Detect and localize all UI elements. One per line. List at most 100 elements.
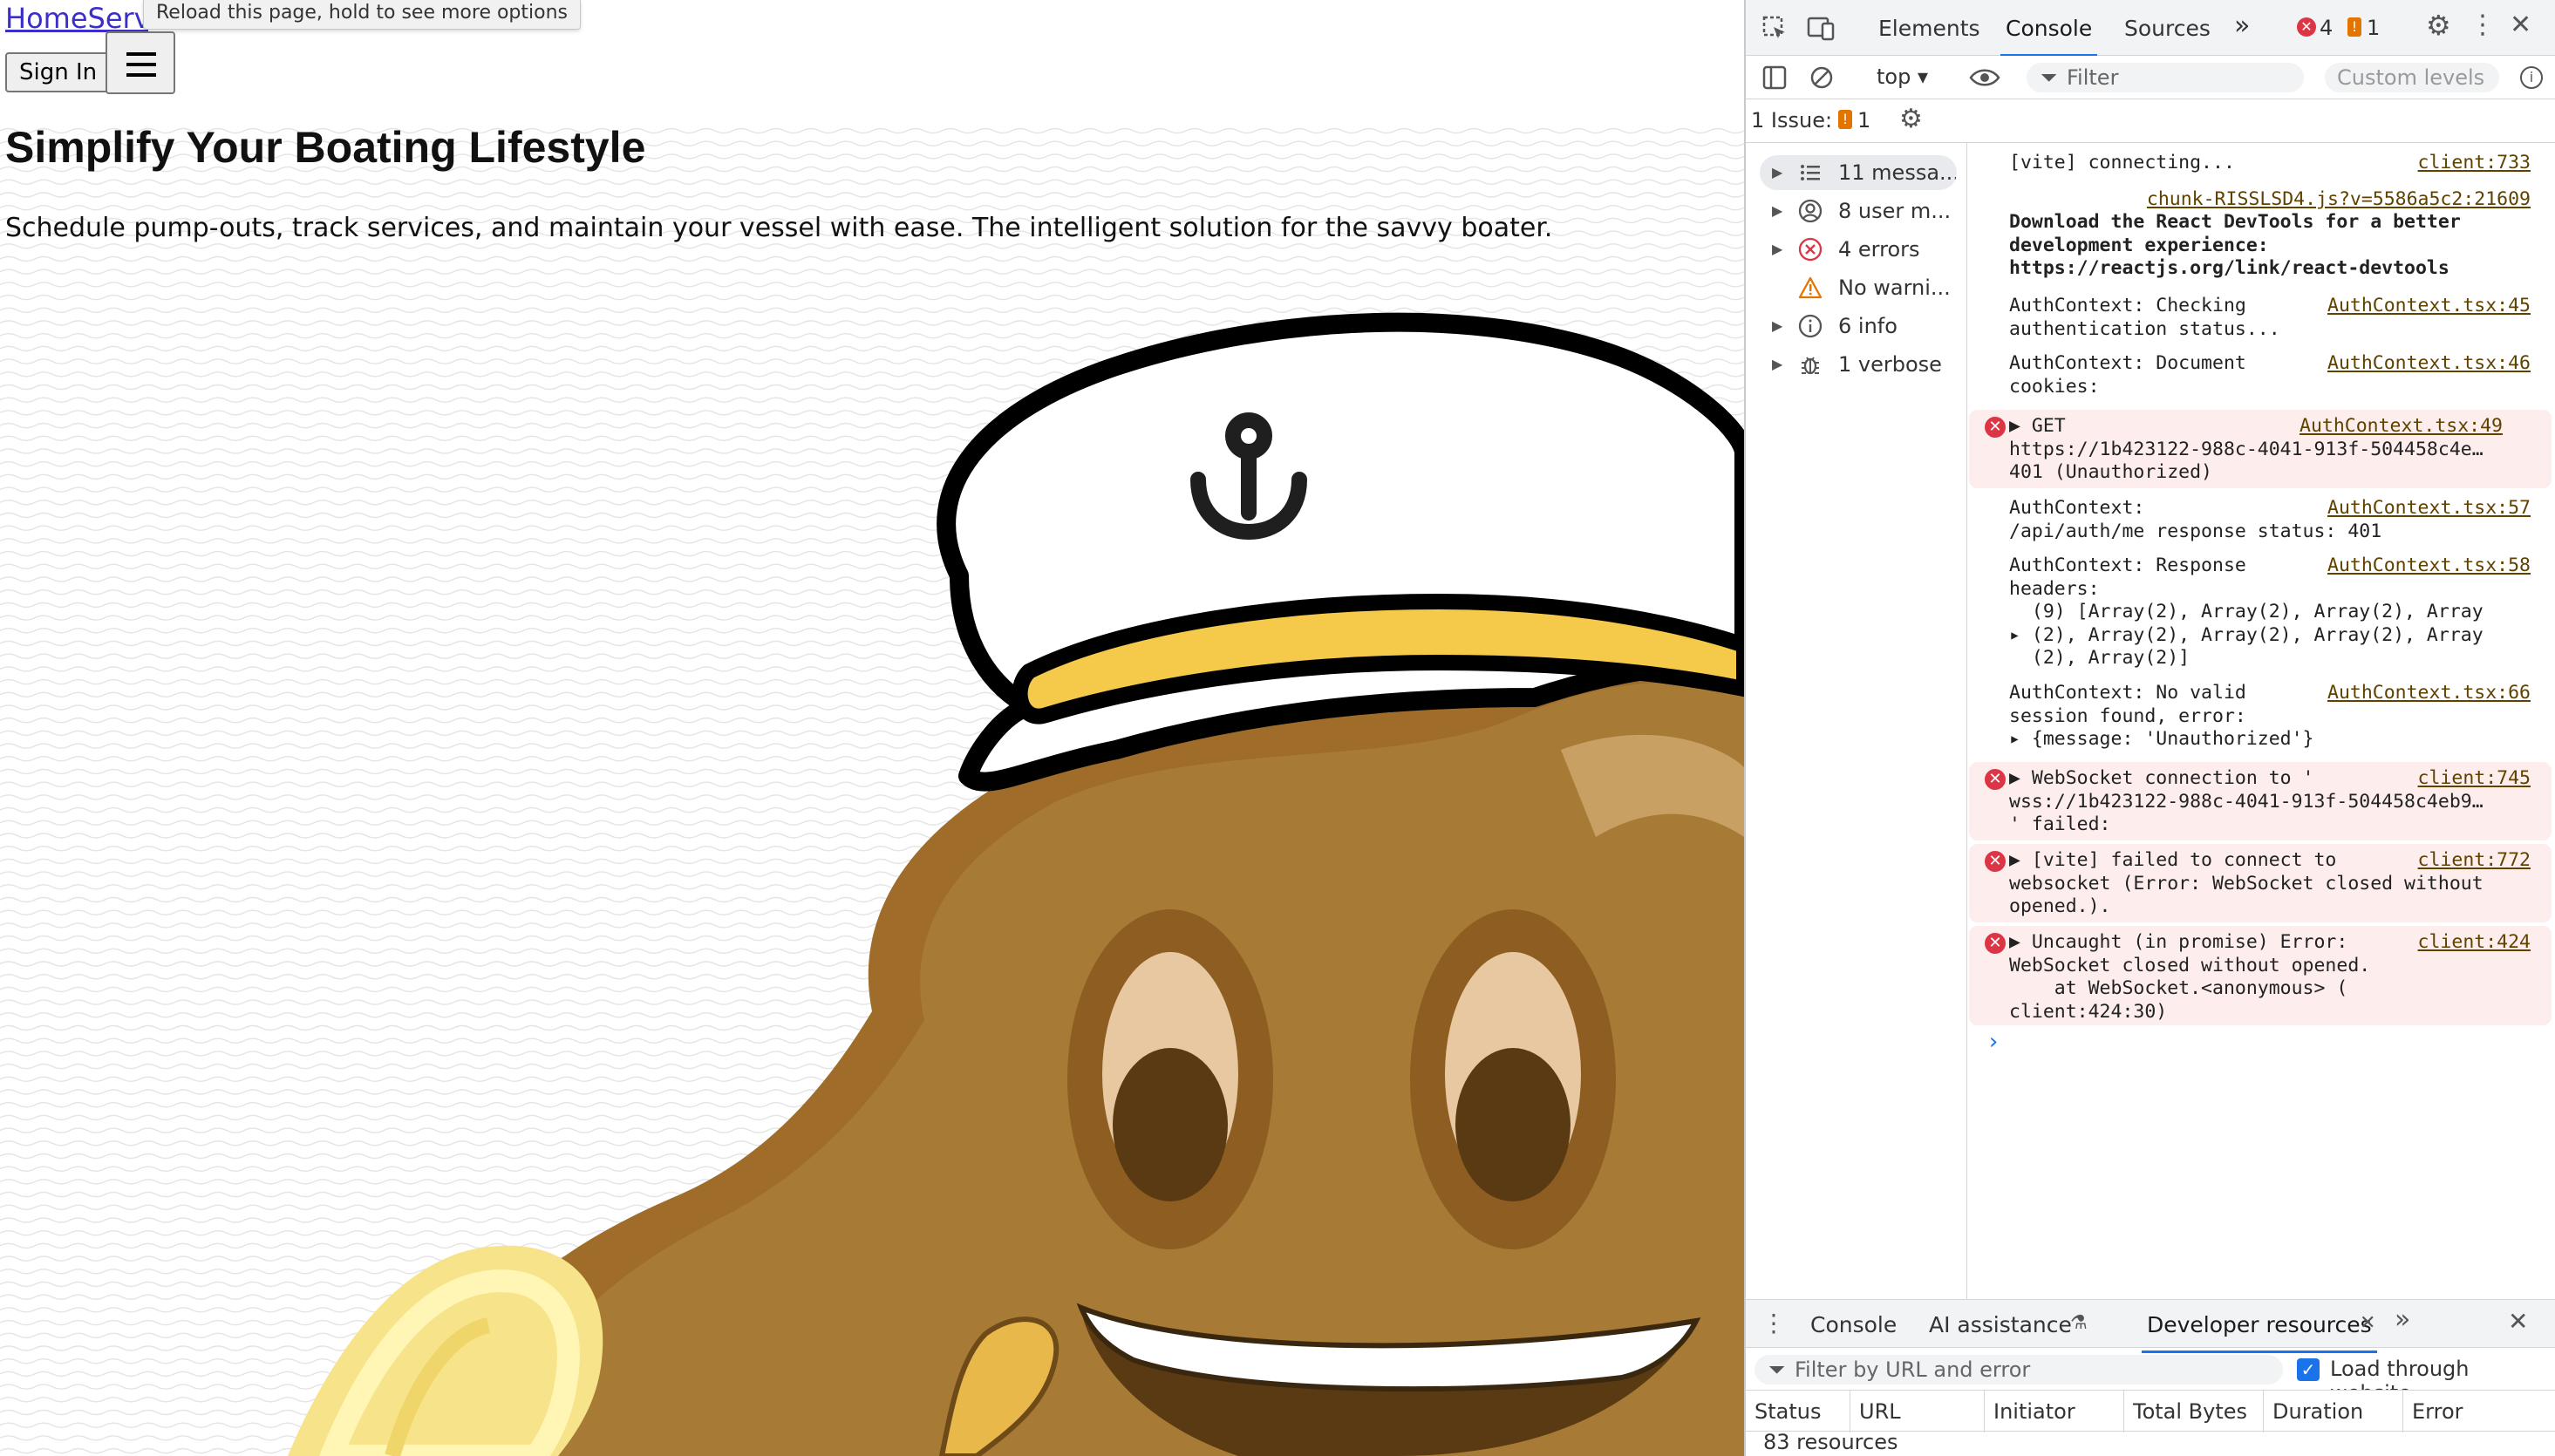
log-levels-dropdown[interactable]: Custom levels ▾ bbox=[2325, 63, 2499, 119]
device-toolbar-icon[interactable] bbox=[1807, 15, 1835, 41]
hero-subtitle: Schedule pump-outs, track services, and … bbox=[5, 213, 1553, 243]
column-duration[interactable]: Duration bbox=[2264, 1391, 2403, 1432]
context-selector[interactable]: top ▾ bbox=[1877, 65, 1928, 89]
message-text: ▶ Uncaught (in promise) Error: WebSocket… bbox=[2009, 931, 2371, 1023]
source-link[interactable]: AuthContext.tsx:45 bbox=[2327, 295, 2531, 318]
hamburger-menu-button[interactable] bbox=[106, 31, 175, 94]
drawer-tab-console[interactable]: Console bbox=[1810, 1312, 1897, 1337]
expand-arrow-icon: ▶ bbox=[1772, 202, 1783, 219]
console-message: chunk-RISSLSD4.js?v=5586a5c2:21609 Downl… bbox=[1969, 188, 2552, 282]
filter-icon: ⏷ bbox=[1768, 1357, 1786, 1382]
close-tab-icon[interactable]: ✕ bbox=[2360, 1310, 2375, 1337]
issue-flag-icon[interactable]: ! bbox=[1838, 110, 1852, 129]
info-circle-icon bbox=[1798, 314, 1823, 338]
console-error-message[interactable]: ✕ AuthContext.tsx:49 ▶ GET https://1b423… bbox=[1969, 410, 2552, 488]
sidebar-item-user-messages[interactable]: ▶ 8 user m... bbox=[1760, 194, 1957, 228]
filter-placeholder: Filter by URL and error bbox=[1795, 1357, 2031, 1382]
source-link[interactable]: client:733 bbox=[2418, 152, 2531, 175]
sidebar-item-errors[interactable]: ▶ 4 errors bbox=[1760, 232, 1957, 267]
settings-gear-icon[interactable]: ⚙ bbox=[2426, 11, 2451, 39]
reload-tooltip: Reload this page, hold to see more optio… bbox=[143, 0, 582, 30]
sidebar-item-verbose[interactable]: ▶ 1 verbose bbox=[1760, 347, 1957, 382]
console-error-message[interactable]: ✕ client:772 ▶ [vite] failed to connect … bbox=[1969, 844, 2552, 922]
sidebar-item-label: 8 user m... bbox=[1838, 199, 1952, 223]
column-error[interactable]: Error bbox=[2403, 1391, 2555, 1432]
issue-flag-icon[interactable]: ! bbox=[2347, 17, 2361, 37]
console-message-area: client:733 [vite] connecting... chunk-RI… bbox=[1969, 143, 2555, 1299]
filter-placeholder: Filter bbox=[2067, 65, 2119, 90]
tab-console[interactable]: Console bbox=[2000, 16, 2098, 57]
drawer-menu-icon[interactable]: ⋮ bbox=[1761, 1310, 1786, 1337]
message-text: ▶ GET https://1b423122-988c-4041-913f-50… bbox=[2009, 415, 2483, 483]
issues-count[interactable]: 1 bbox=[1857, 108, 1870, 133]
source-link[interactable]: AuthContext.tsx:66 bbox=[2327, 682, 2531, 705]
sidebar-item-label: 6 info bbox=[1838, 314, 1898, 338]
console-error-message[interactable]: ✕ client:745 ▶ WebSocket connection to '… bbox=[1969, 762, 2552, 840]
user-icon bbox=[1798, 199, 1823, 223]
tab-elements[interactable]: Elements bbox=[1878, 16, 1980, 41]
context-label: top bbox=[1877, 65, 1911, 89]
list-icon bbox=[1801, 165, 1820, 180]
more-tabs-button[interactable]: » bbox=[2234, 10, 2250, 41]
sidebar-item-messages[interactable]: ▶ 11 messa... bbox=[1760, 155, 1957, 190]
live-expression-eye-icon[interactable] bbox=[1969, 66, 2000, 89]
drawer-tab-ai-assistance[interactable]: AI assistance bbox=[1929, 1312, 2072, 1337]
console-message: AuthContext.tsx:46 AuthContext: Document… bbox=[1969, 352, 2552, 401]
column-status[interactable]: Status bbox=[1746, 1391, 1850, 1432]
sidebar-item-info[interactable]: ▶ 6 info bbox=[1760, 309, 1957, 344]
issues-label: 1 Issue: bbox=[1751, 108, 1833, 133]
message-text: Download the React DevTools for a better… bbox=[2009, 211, 2461, 279]
message-text: ▶ [vite] failed to connect to websocket … bbox=[2009, 849, 2483, 917]
console-toolbar: top ▾ ⏷ Filter Custom levels ▾ i bbox=[1746, 56, 2555, 119]
sidebar-toggle-icon[interactable] bbox=[1761, 65, 1788, 91]
error-icon bbox=[1798, 237, 1823, 262]
sidebar-item-warnings[interactable]: No warni... bbox=[1760, 270, 1957, 305]
expand-arrow-icon: ▶ bbox=[1772, 356, 1783, 372]
more-drawer-tabs-icon[interactable]: » bbox=[2395, 1307, 2410, 1333]
sidebar-item-label: 11 messa... bbox=[1838, 160, 1957, 185]
brand-link[interactable]: HomeServi bbox=[5, 2, 148, 35]
source-link[interactable]: AuthContext.tsx:46 bbox=[2327, 352, 2531, 376]
message-text: AuthContext: Document cookies: bbox=[2009, 352, 2246, 398]
error-badge-icon[interactable]: ✕ bbox=[2297, 17, 2316, 37]
drawer-tab-bar: ⋮ Console AI assistance ⚗ Developer reso… bbox=[1746, 1299, 2555, 1353]
issue-count[interactable]: 1 bbox=[2367, 16, 2380, 40]
source-link[interactable]: client:424 bbox=[2417, 931, 2531, 955]
console-filter-input[interactable]: ⏷ Filter bbox=[2027, 63, 2304, 92]
column-total-bytes[interactable]: Total Bytes bbox=[2124, 1391, 2264, 1432]
resources-count: 83 resources bbox=[1763, 1430, 1898, 1454]
tab-sources[interactable]: Sources bbox=[2124, 16, 2211, 41]
bug-icon bbox=[1802, 357, 1819, 375]
column-url[interactable]: URL bbox=[1850, 1391, 1985, 1432]
error-icon: ✕ bbox=[1985, 851, 2006, 872]
clear-console-icon[interactable] bbox=[1809, 65, 1835, 91]
expand-arrow-icon: ▶ bbox=[1772, 317, 1783, 334]
drawer-tab-developer-resources[interactable]: Developer resources bbox=[2142, 1312, 2377, 1353]
info-icon[interactable]: i bbox=[2520, 66, 2543, 89]
expand-arrow-icon: ▶ bbox=[1772, 164, 1783, 180]
more-options-icon[interactable]: ⋮ bbox=[2470, 12, 2496, 38]
column-initiator[interactable]: Initiator bbox=[1985, 1391, 2124, 1432]
close-devtools-icon[interactable]: ✕ bbox=[2510, 12, 2531, 38]
console-error-message[interactable]: ✕ client:424 ▶ Uncaught (in promise) Err… bbox=[1969, 926, 2552, 1025]
error-count[interactable]: 4 bbox=[2320, 16, 2333, 40]
filter-icon: ⏷ bbox=[2041, 65, 2058, 90]
issues-settings-gear-icon[interactable]: ⚙ bbox=[1899, 106, 1923, 133]
inspect-element-icon[interactable] bbox=[1761, 15, 1788, 41]
error-icon: ✕ bbox=[1985, 769, 2006, 790]
sign-in-button[interactable]: Sign In bbox=[5, 52, 112, 92]
console-message: AuthContext.tsx:58 AuthContext: Response… bbox=[1969, 555, 2552, 673]
console-message: AuthContext.tsx:57 AuthContext: /api/aut… bbox=[1969, 497, 2552, 546]
source-link[interactable]: chunk-RISSLSD4.js?v=5586a5c2:21609 bbox=[2147, 188, 2531, 212]
close-drawer-icon[interactable]: ✕ bbox=[2508, 1309, 2528, 1335]
resources-filter-input[interactable]: ⏷ Filter by URL and error bbox=[1754, 1355, 2283, 1385]
console-prompt[interactable]: › bbox=[1986, 1031, 2000, 1054]
message-text: AuthContext: Checking authentication sta… bbox=[2009, 295, 2280, 340]
devtools-panel: Elements Console Sources » ✕ 4 ! 1 ⚙ ⋮ ✕… bbox=[1744, 0, 2555, 1456]
load-through-website-checkbox[interactable]: ✓ bbox=[2297, 1358, 2320, 1381]
message-text: ▶ WebSocket connection to ' wss://1b4231… bbox=[2009, 767, 2483, 835]
levels-label: Custom levels bbox=[2337, 65, 2485, 90]
issues-bar: 1 Issue: ! 1 ⚙ bbox=[1746, 99, 2555, 143]
menu-icon bbox=[126, 52, 156, 56]
sidebar-item-label: 4 errors bbox=[1838, 237, 1920, 262]
